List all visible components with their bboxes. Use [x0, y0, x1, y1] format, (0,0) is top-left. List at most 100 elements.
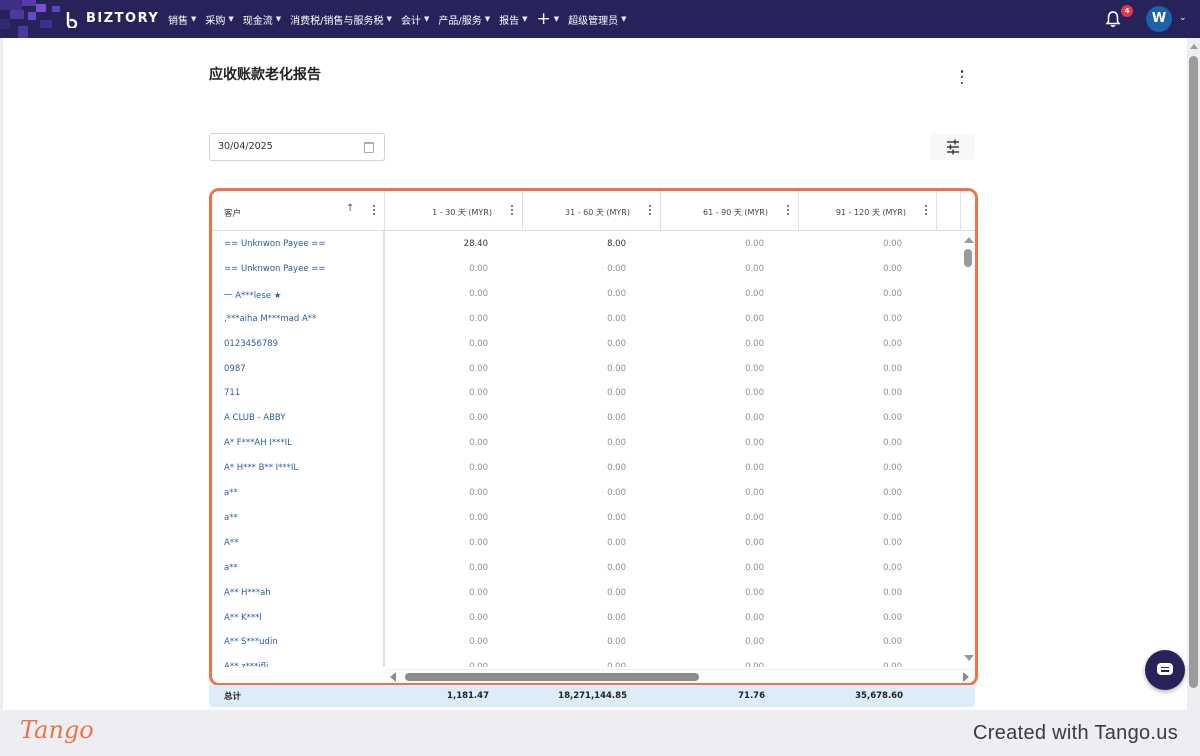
horizontal-scrollbar[interactable]	[385, 669, 975, 683]
column-menu-icon[interactable]	[372, 205, 376, 215]
table-row: A** K***l 0.00 0.00 0.00 0.00	[212, 605, 975, 630]
user-avatar[interactable]: W	[1146, 6, 1172, 32]
total-91-120-days: 35,678.60	[855, 691, 903, 701]
vertical-scrollbar[interactable]	[961, 231, 975, 669]
column-header-1-30-days[interactable]: 1 - 30 天 (MYR)	[385, 191, 523, 231]
notification-badge: 4	[1121, 5, 1133, 17]
horizontal-scroll-thumb[interactable]	[405, 673, 699, 681]
customer-name-link[interactable]: A**	[224, 538, 238, 548]
aging-amount-cell: 0.00	[883, 438, 902, 449]
customer-name-link[interactable]: A** K***l	[224, 613, 262, 623]
totals-label: 总计	[224, 692, 242, 702]
customer-name-link[interactable]: A* H*** B** I***IL	[224, 463, 298, 473]
aging-amount-cell: 0.00	[469, 512, 488, 523]
table-row: a** 0.00 0.00 0.00 0.00	[212, 505, 975, 530]
total-61-90-days: 71.76	[738, 691, 765, 701]
aging-amount-cell: 0.00	[469, 637, 488, 648]
customer-name-link[interactable]: ,***aiha M***mad A**	[224, 314, 316, 324]
page-scrollbar[interactable]	[1188, 38, 1200, 710]
scroll-left-icon[interactable]	[390, 672, 396, 682]
scroll-down-icon[interactable]	[964, 655, 974, 661]
table-row: a** 0.00 0.00 0.00 0.00	[212, 480, 975, 505]
aging-amount-cell: 0.00	[607, 463, 626, 474]
aging-amount-cell: 0.00	[745, 612, 764, 623]
aging-amount-cell: 0.00	[745, 313, 764, 324]
aging-amount-cell: 0.00	[607, 512, 626, 523]
customer-name-link[interactable]: A** H***ah	[224, 588, 271, 598]
customer-name-link[interactable]: A CLUB - ABBY	[224, 413, 286, 423]
column-header-overflow	[937, 191, 961, 231]
customer-name-link[interactable]: a**	[224, 513, 238, 523]
nav-sales[interactable]: 销售 ▼	[168, 12, 196, 27]
aging-amount-cell: 0.00	[883, 313, 902, 324]
calendar-icon[interactable]	[364, 142, 374, 153]
plus-icon: +	[536, 8, 551, 29]
aging-amount-cell: 0.00	[469, 587, 488, 598]
table-row: ,***aiha M***mad A** 0.00 0.00 0.00 0.00	[212, 306, 975, 331]
nav-super-admin[interactable]: 超级管理员 ▼	[568, 12, 626, 27]
page-title: 应收账款老化报告	[209, 67, 321, 83]
sort-ascending-icon[interactable]: ↑	[346, 203, 354, 214]
column-header-customer[interactable]: 客户 ↑	[212, 191, 385, 231]
chevron-down-icon: ▼	[423, 15, 430, 23]
nav-create[interactable]: + ▼	[536, 8, 559, 29]
customer-name-link[interactable]: A** S***udin	[224, 637, 278, 647]
aging-amount-cell: 0.00	[745, 363, 764, 374]
aging-amount-cell: 0.00	[469, 363, 488, 374]
column-header-61-90-days[interactable]: 61 - 90 天 (MYR)	[661, 191, 799, 231]
aging-amount-cell: 28.40	[463, 239, 488, 249]
customer-name-link[interactable]: A* F***AH I***IL	[224, 438, 292, 448]
aging-amount-cell: 0.00	[469, 463, 488, 474]
column-menu-icon[interactable]	[510, 205, 514, 215]
aging-amount-cell: 0.00	[883, 488, 902, 498]
customer-name-link[interactable]: 0987	[224, 364, 246, 374]
nav-products[interactable]: 产品/服务 ▼	[438, 12, 490, 27]
scroll-up-icon[interactable]	[964, 237, 974, 243]
aging-amount-cell: 0.00	[745, 637, 764, 648]
column-menu-icon[interactable]	[924, 205, 928, 215]
nav-reports[interactable]: 报告 ▼	[499, 12, 527, 27]
report-date-field[interactable]	[209, 133, 385, 161]
bell-icon[interactable]	[1105, 10, 1121, 28]
chevron-down-icon[interactable]: ⌄	[1179, 13, 1187, 23]
nav-cashflow[interactable]: 现金流 ▼	[243, 12, 281, 27]
page-scroll-thumb[interactable]	[1189, 56, 1198, 688]
scroll-right-icon[interactable]	[963, 672, 969, 682]
scroll-up-icon[interactable]	[1190, 44, 1198, 49]
nav-accounting[interactable]: 会计 ▼	[401, 12, 429, 27]
vertical-scroll-thumb[interactable]	[964, 249, 972, 267]
aging-amount-cell: 0.00	[607, 587, 626, 598]
aging-amount-cell: 0.00	[883, 612, 902, 623]
report-date-input[interactable]	[218, 141, 348, 152]
aging-amount-cell: 0.00	[883, 263, 902, 274]
nav-purchases[interactable]: 采购 ▼	[205, 12, 233, 27]
aging-amount-cell: 0.00	[883, 587, 902, 598]
customer-name-link[interactable]: 一 A***lese ★	[224, 289, 281, 301]
nav-tax[interactable]: 消费税/销售与服务税 ▼	[290, 12, 392, 27]
customer-name-link[interactable]: a**	[224, 488, 238, 498]
table-row: A* H*** B** I***IL 0.00 0.00 0.00 0.00	[212, 455, 975, 480]
customer-name-link[interactable]: == Unknwon Payee ==	[224, 239, 326, 249]
page-more-menu-icon[interactable]	[956, 70, 968, 84]
aging-amount-cell: 0.00	[469, 288, 488, 299]
customer-name-link[interactable]: a**	[224, 563, 238, 573]
aging-amount-cell: 0.00	[883, 537, 902, 548]
column-header-91-120-days[interactable]: 91 - 120 天 (MYR)	[799, 191, 937, 231]
totals-row: 总计 1,181.47 18,271,144.85 71.76 35,678.6…	[209, 685, 975, 707]
chat-support-button[interactable]	[1145, 650, 1185, 690]
column-header-31-60-days[interactable]: 31 - 60 天 (MYR)	[523, 191, 661, 231]
customer-name-link[interactable]: 0123456789	[224, 339, 278, 349]
aging-amount-cell: 0.00	[469, 438, 488, 449]
brand-name[interactable]: BIZTORY	[86, 11, 159, 26]
column-menu-icon[interactable]	[786, 205, 790, 215]
aging-amount-cell: 0.00	[469, 263, 488, 274]
customer-name-link[interactable]: == Unknwon Payee ==	[224, 264, 326, 274]
customer-name-link[interactable]: A** z***ifli	[224, 662, 268, 667]
column-menu-icon[interactable]	[648, 205, 652, 215]
brand-logo-icon[interactable]	[64, 10, 82, 28]
aging-amount-cell: 0.00	[883, 388, 902, 399]
aging-amount-cell: 8.00	[607, 239, 626, 249]
filter-settings-button[interactable]	[931, 134, 975, 160]
customer-name-link[interactable]: 711	[224, 388, 240, 398]
aging-amount-cell: 0.00	[607, 313, 626, 324]
